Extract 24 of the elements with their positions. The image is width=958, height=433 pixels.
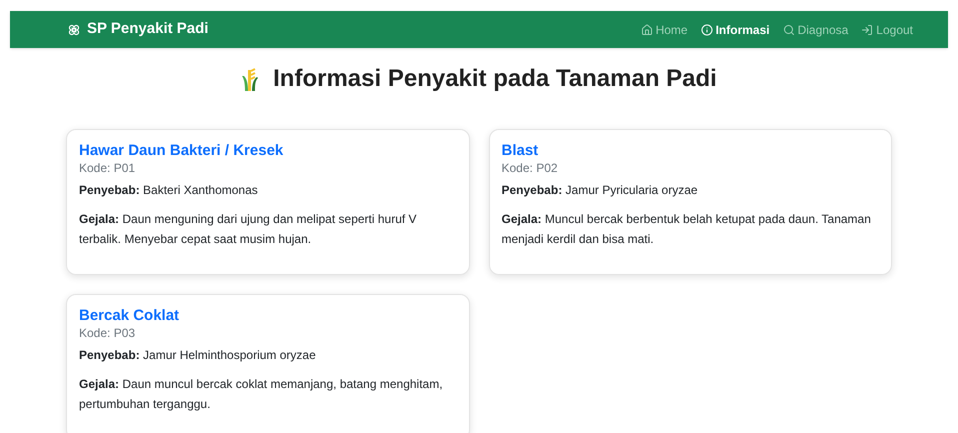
nav-link[interactable]: Home — [640, 20, 688, 38]
disease-code: Kode: P02 — [502, 160, 559, 176]
symptom-text: Gejala: Daun menguning dari ujung dan melipat seperti huruf V terbalik. Menyebar cepat saat musim hujan. — [79, 211, 418, 248]
home-icon — [640, 24, 653, 36]
disease-name: Hawar Daun Bakteri / Kresek — [79, 142, 284, 160]
nav-link[interactable]: Informasi — [700, 20, 770, 38]
disease-name: Blast — [502, 142, 540, 160]
symptom-text: Gejala: Muncul bercak berbentuk belah ketupat pada daun. Tanaman menjadi kerdil dan bisa mati. — [502, 211, 872, 248]
disease-code: Kode: P01 — [79, 160, 136, 176]
flower-icon — [68, 24, 80, 36]
page-title: Informasi Penyakit pada Tanaman Padi — [273, 64, 717, 94]
brand-title[interactable]: SP Penyakit Padi — [87, 18, 208, 41]
cause-text: Penyebab: Jamur Pyricularia oryzae — [502, 182, 699, 198]
disease-name: Bercak Coklat — [79, 307, 180, 325]
disease-code: Kode: P03 — [79, 325, 136, 341]
logout-icon — [861, 24, 874, 36]
cause-text: Penyebab: Jamur Helminthosporium oryzae — [79, 347, 317, 363]
nav-link[interactable]: Logout — [861, 20, 913, 38]
info-icon — [700, 24, 713, 36]
cause-text: Penyebab: Bakteri Xanthomonas — [79, 182, 259, 198]
rice-plant-icon — [241, 67, 260, 91]
search-icon — [782, 24, 795, 36]
nav-link[interactable]: Diagnosa — [782, 20, 848, 38]
symptom-text: Gejala: Daun muncul bercak coklat memanjang, batang menghitam, pertumbuhan terganggu. — [79, 376, 444, 413]
